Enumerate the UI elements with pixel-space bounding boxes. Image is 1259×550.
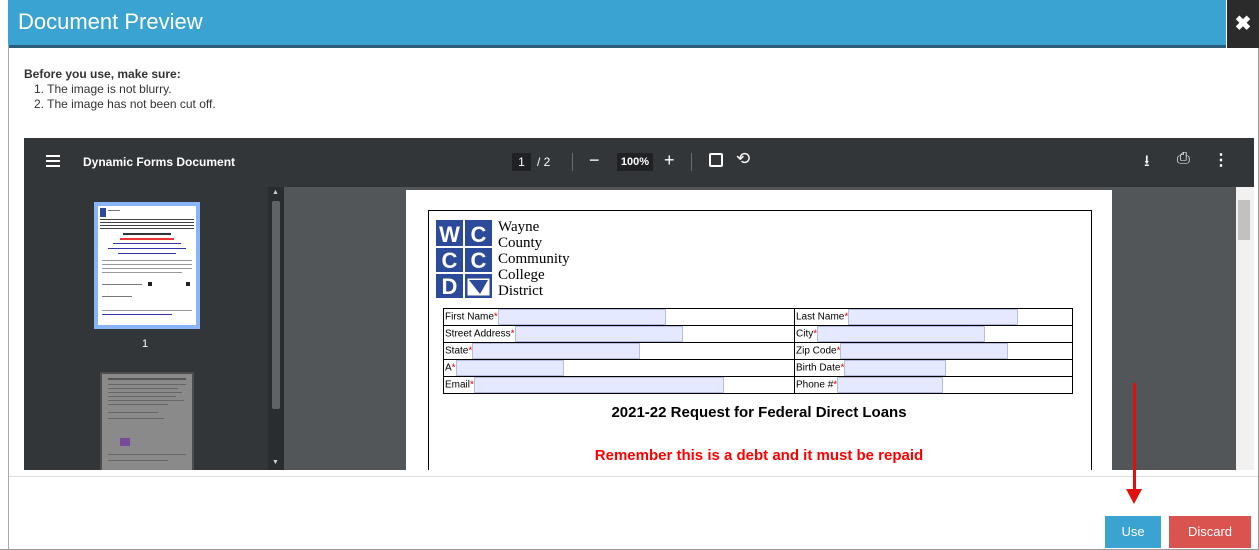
logo-line: Community: [498, 251, 570, 267]
page-scroll-thumb[interactable]: [1238, 200, 1250, 240]
zip-code-field[interactable]: [840, 343, 1009, 359]
zoom-out-button[interactable]: −: [589, 150, 600, 171]
svg-text:W: W: [439, 222, 460, 247]
toolbar-divider: [691, 153, 692, 171]
debt-warning: Remember this is a debt and it must be r…: [594, 447, 924, 464]
svg-text:C: C: [471, 248, 487, 273]
annotation-arrow-shaft: [1133, 383, 1136, 493]
form-cell: First Name*: [443, 308, 795, 326]
page-number-input[interactable]: 1: [512, 153, 531, 171]
form-cell: Street Address*: [443, 325, 795, 343]
scroll-down-icon[interactable]: ▼: [272, 459, 279, 466]
form-cell: Birth Date*: [794, 359, 1073, 377]
form-cell: Last Name*: [794, 308, 1073, 326]
thumbnail-preview: [100, 208, 194, 315]
page-thumbnail[interactable]: [94, 202, 200, 329]
field-label: Birth Date: [796, 362, 841, 374]
document-title: Dynamic Forms Document: [83, 155, 236, 169]
more-vert-icon[interactable]: ⋮: [1213, 150, 1229, 170]
field-label: Last Name: [796, 311, 845, 323]
zoom-in-button[interactable]: +: [664, 150, 675, 171]
street-address-field[interactable]: [514, 326, 683, 342]
pdf-toolbar: Dynamic Forms Document 1 / 2 − 100% + ⟲ …: [24, 138, 1254, 187]
field-label: A: [445, 362, 452, 374]
form-row: State* Zip Code*: [443, 342, 1073, 360]
form-cell: State*: [443, 342, 795, 360]
zoom-input[interactable]: 100%: [617, 153, 653, 171]
instruction-item: 2. The image has not been cut off.: [34, 97, 216, 111]
close-icon: ✖: [1234, 13, 1252, 35]
svg-text:C: C: [442, 248, 458, 273]
form-cell: Email*: [443, 376, 795, 394]
svg-text:C: C: [471, 222, 487, 247]
svg-text:D: D: [442, 274, 458, 298]
form-row: First Name* Last Name*: [443, 308, 1073, 326]
form-row: Street Address* City*: [443, 325, 1073, 343]
phone-field[interactable]: [837, 377, 944, 393]
logo-line: Wayne: [498, 219, 540, 235]
logo-line: District: [498, 283, 543, 299]
page-thumbnail[interactable]: [100, 372, 194, 470]
state-field[interactable]: [472, 343, 641, 359]
email-field[interactable]: [473, 377, 724, 393]
instructions: Before you use, make sure: 1. The image …: [24, 67, 216, 112]
a-number-field[interactable]: [455, 360, 564, 376]
fit-page-icon[interactable]: [709, 153, 723, 167]
logo-line: County: [498, 235, 543, 251]
scroll-up-icon[interactable]: ▲: [272, 189, 279, 196]
menu-icon[interactable]: [46, 155, 60, 167]
discard-button[interactable]: Discard: [1169, 516, 1251, 548]
thumbnail-label: 1: [142, 338, 149, 350]
field-label: State: [445, 345, 469, 357]
form-heading: 2021-22 Request for Federal Direct Loans: [611, 404, 907, 421]
thumbnail-preview: [108, 378, 186, 461]
last-name-field[interactable]: [848, 309, 1019, 325]
form-cell: Phone #*: [794, 376, 1073, 394]
city-field[interactable]: [817, 326, 986, 342]
use-button[interactable]: Use: [1105, 516, 1161, 548]
dialog-left-border: [8, 45, 9, 550]
field-label: First Name: [445, 311, 494, 323]
form-row: A* Birth Date*: [443, 359, 1073, 377]
form-row: Email* Phone #*: [443, 376, 1073, 394]
student-info-form: First Name* Last Name* Street Address* C…: [443, 308, 1073, 394]
instructions-lead: Before you use, make sure:: [24, 67, 181, 81]
field-label: Zip Code: [796, 345, 837, 357]
footer-divider: [9, 476, 1258, 477]
dialog-header: Document Preview: [8, 0, 1226, 45]
birth-date-field[interactable]: [844, 360, 947, 376]
annotation-arrow-head: [1126, 489, 1142, 504]
field-label: Street Address: [445, 328, 511, 340]
toolbar-divider: [572, 153, 573, 171]
page-total: / 2: [537, 155, 551, 169]
instructions-list: 1. The image is not blurry. 2. The image…: [24, 82, 216, 112]
form-cell: A*: [443, 359, 795, 377]
field-label: City: [796, 328, 814, 340]
form-cell: City*: [794, 325, 1073, 343]
first-name-field[interactable]: [497, 309, 666, 325]
college-name: Wayne County Community College District: [498, 219, 570, 299]
rotate-icon[interactable]: ⟲: [736, 149, 750, 169]
logo-line: College: [498, 267, 545, 283]
download-icon[interactable]: ⭳: [1144, 150, 1150, 177]
header-underline: [8, 45, 1226, 48]
college-logo: W C C C D: [436, 220, 492, 298]
thumbnail-sidebar: 1 ▲ ▼: [24, 187, 284, 470]
close-button[interactable]: ✖: [1227, 0, 1259, 48]
pdf-viewer: Dynamic Forms Document 1 / 2 − 100% + ⟲ …: [24, 138, 1254, 470]
field-label: Phone #: [796, 379, 834, 391]
document-preview-dialog: Document Preview ✖ Before you use, make …: [0, 0, 1259, 550]
pdf-page: W C C C D Wayne County Community College…: [406, 190, 1112, 470]
field-label: Email: [445, 379, 471, 391]
instruction-item: 1. The image is not blurry.: [34, 82, 172, 96]
form-cell: Zip Code*: [794, 342, 1073, 360]
dialog-title: Document Preview: [18, 9, 203, 34]
print-icon[interactable]: ⎙: [1177, 150, 1190, 168]
sidebar-scroll-thumb[interactable]: [272, 201, 280, 409]
